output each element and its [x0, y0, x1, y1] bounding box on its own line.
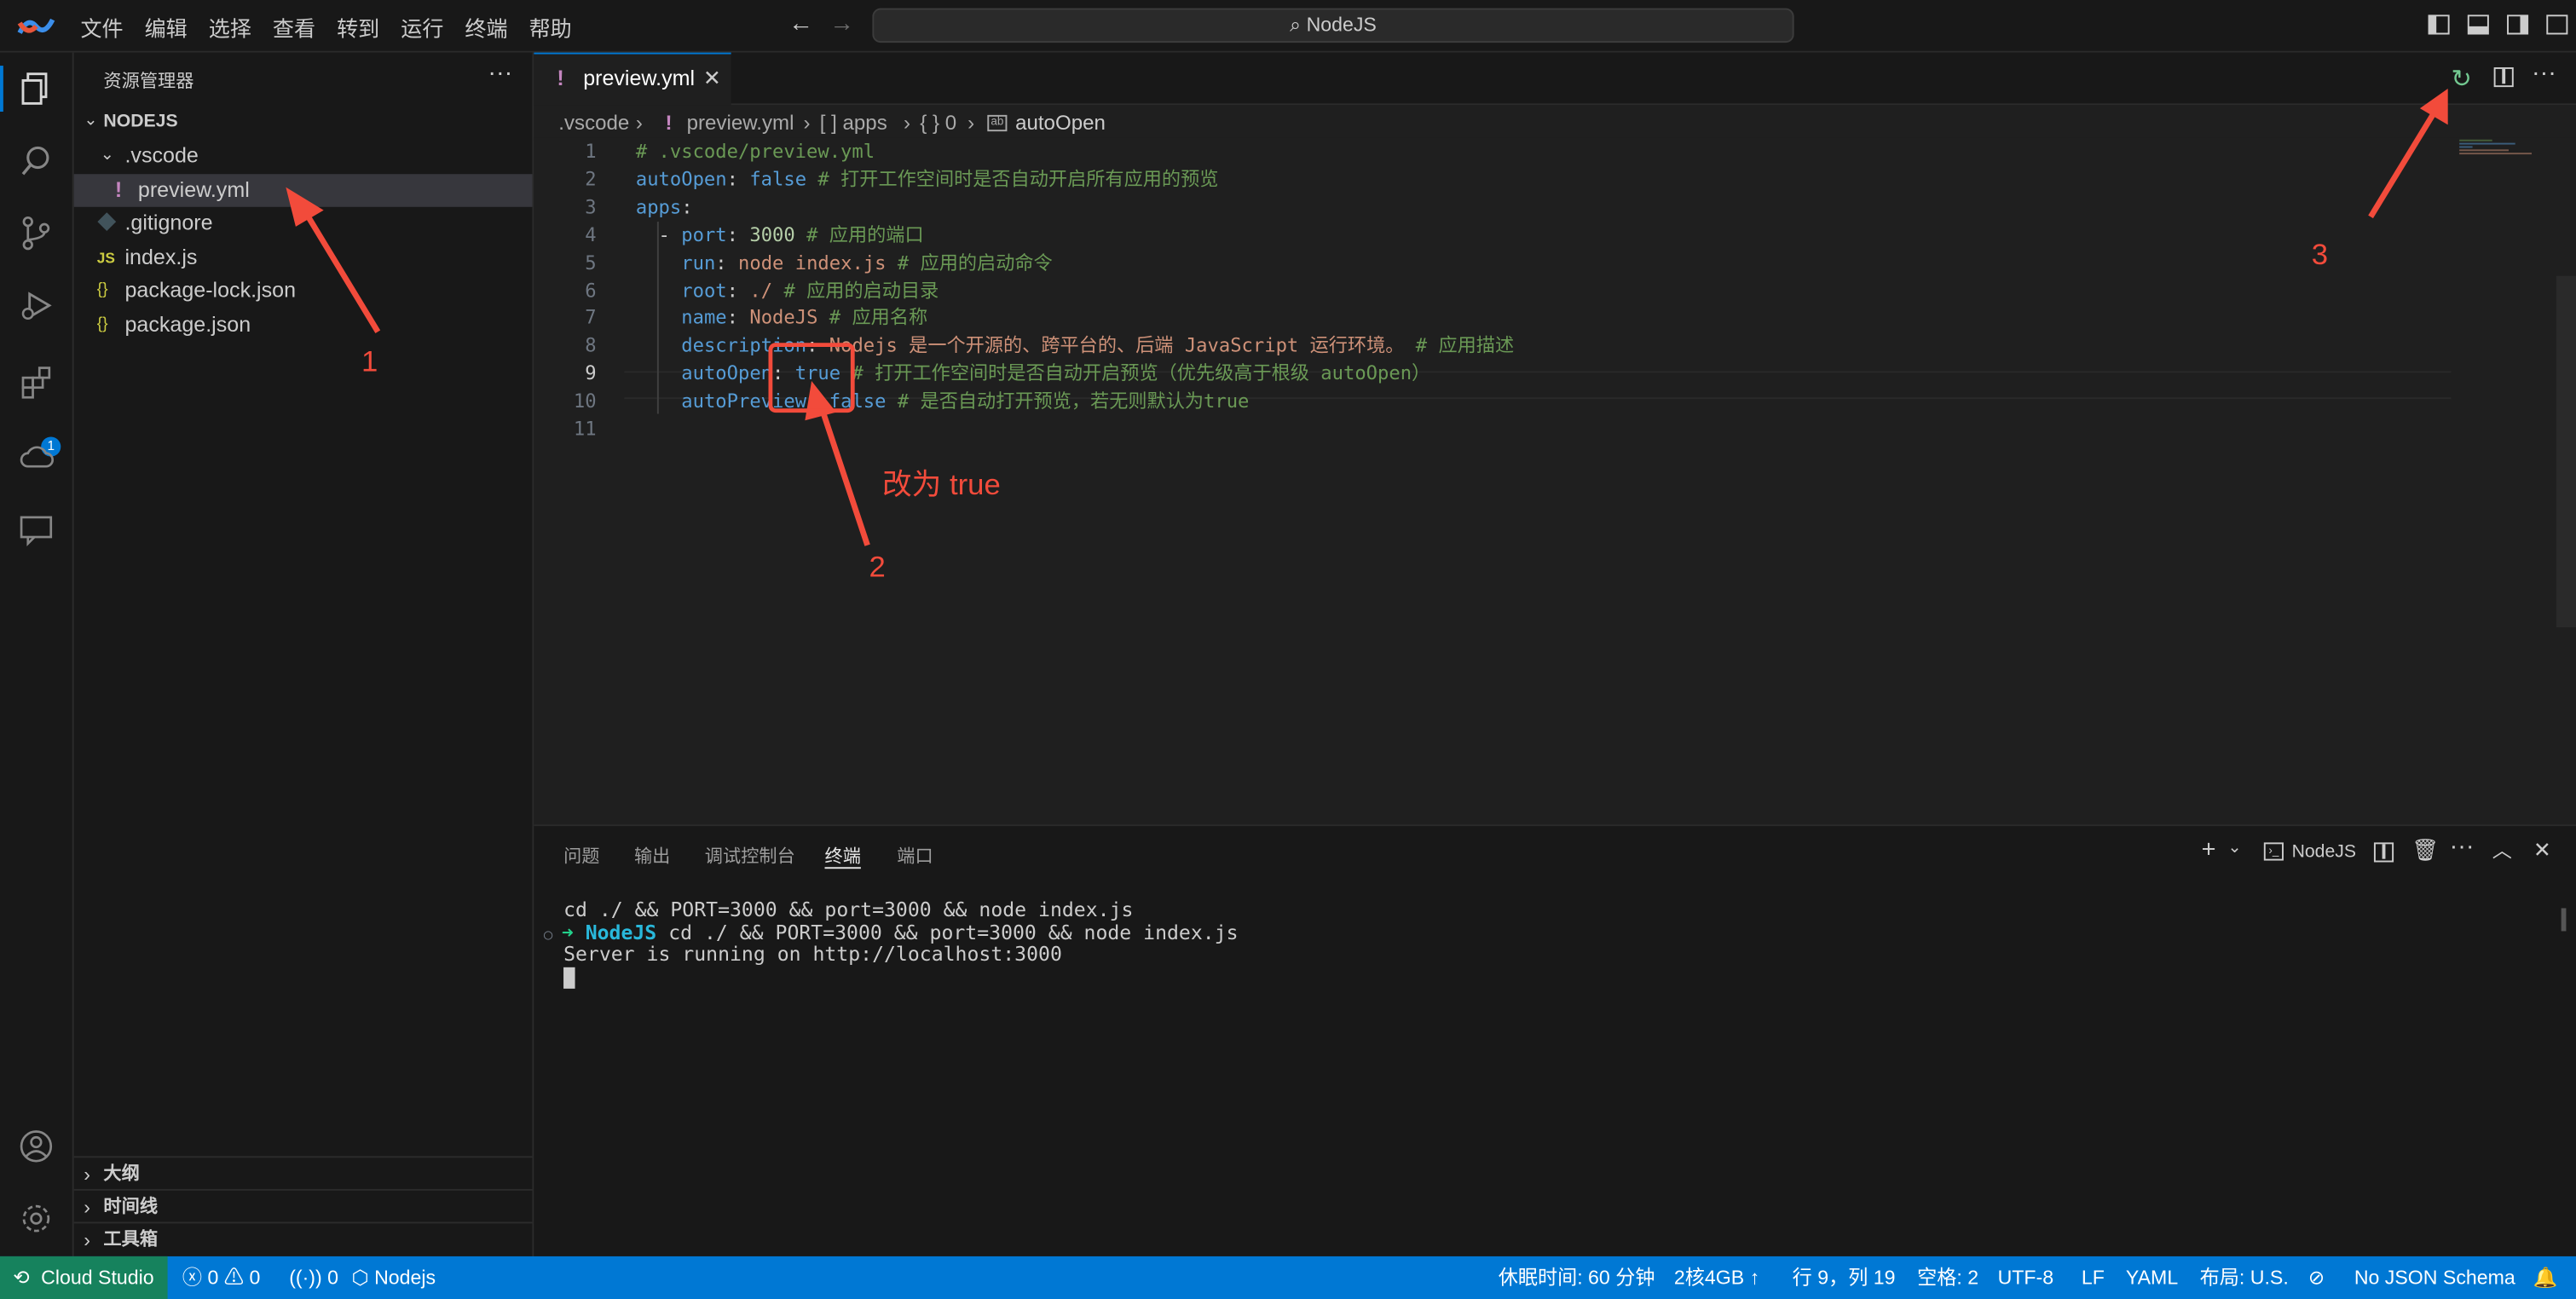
language-mode[interactable]: YAML	[2126, 1260, 2178, 1296]
json-schema-status[interactable]: No JSON Schema	[2354, 1260, 2515, 1296]
warning-icon: ⚠	[223, 1266, 245, 1290]
error-count: 0	[207, 1266, 219, 1290]
eol-status[interactable]: LF	[2082, 1260, 2105, 1296]
annotation-label-3: 3	[2311, 238, 2329, 271]
sleep-status[interactable]: 休眠时间: 60 分钟	[1499, 1260, 1655, 1296]
remote-label: Cloud Studio	[41, 1266, 154, 1290]
error-icon: ⓧ	[182, 1266, 203, 1290]
annotation-arrow-1	[286, 187, 381, 333]
env-status[interactable]: ⬡ Nodejs	[351, 1260, 436, 1296]
encoding-status[interactable]: UTF-8	[1998, 1260, 2054, 1296]
annotation-label-1: 1	[361, 344, 378, 378]
arrow-up-icon: ↑	[1749, 1266, 1760, 1290]
spec-status[interactable]: 2核4GB ↑	[1674, 1260, 1759, 1296]
problems-status[interactable]: ⓧ 0 ⚠ 0	[182, 1260, 260, 1296]
remote-icon: ⟲	[13, 1266, 30, 1290]
notifications-bell-icon[interactable]: 🔔	[2533, 1260, 2558, 1296]
copilot-icon[interactable]: ⊘	[2308, 1260, 2325, 1296]
cube-icon: ⬡	[351, 1266, 369, 1290]
warning-count: 0	[249, 1266, 261, 1290]
keyboard-layout[interactable]: 布局: U.S.	[2200, 1260, 2289, 1296]
spec-label: 2核4GB	[1673, 1266, 1745, 1290]
status-bar: ⟲ Cloud Studio ⓧ 0 ⚠ 0 ((·)) 0 ⬡ Nodejs …	[0, 1256, 2576, 1299]
broadcast-icon: ((·))	[289, 1266, 322, 1290]
cursor-position[interactable]: 行 9，列 19	[1793, 1260, 1896, 1296]
annotation-arrow-2	[805, 380, 870, 546]
annotation-label-2: 2	[869, 550, 886, 583]
ports-status[interactable]: ((·)) 0	[289, 1260, 338, 1296]
indentation-status[interactable]: 空格: 2	[1917, 1260, 1978, 1296]
annotation-overlay	[286, 89, 2448, 546]
ports-count: 0	[327, 1266, 339, 1290]
annotation-arrow-3	[2368, 89, 2448, 219]
annotation-note: 改为 true	[881, 468, 1001, 501]
remote-indicator[interactable]: ⟲ Cloud Studio	[0, 1256, 168, 1299]
env-label: Nodejs	[374, 1266, 436, 1290]
